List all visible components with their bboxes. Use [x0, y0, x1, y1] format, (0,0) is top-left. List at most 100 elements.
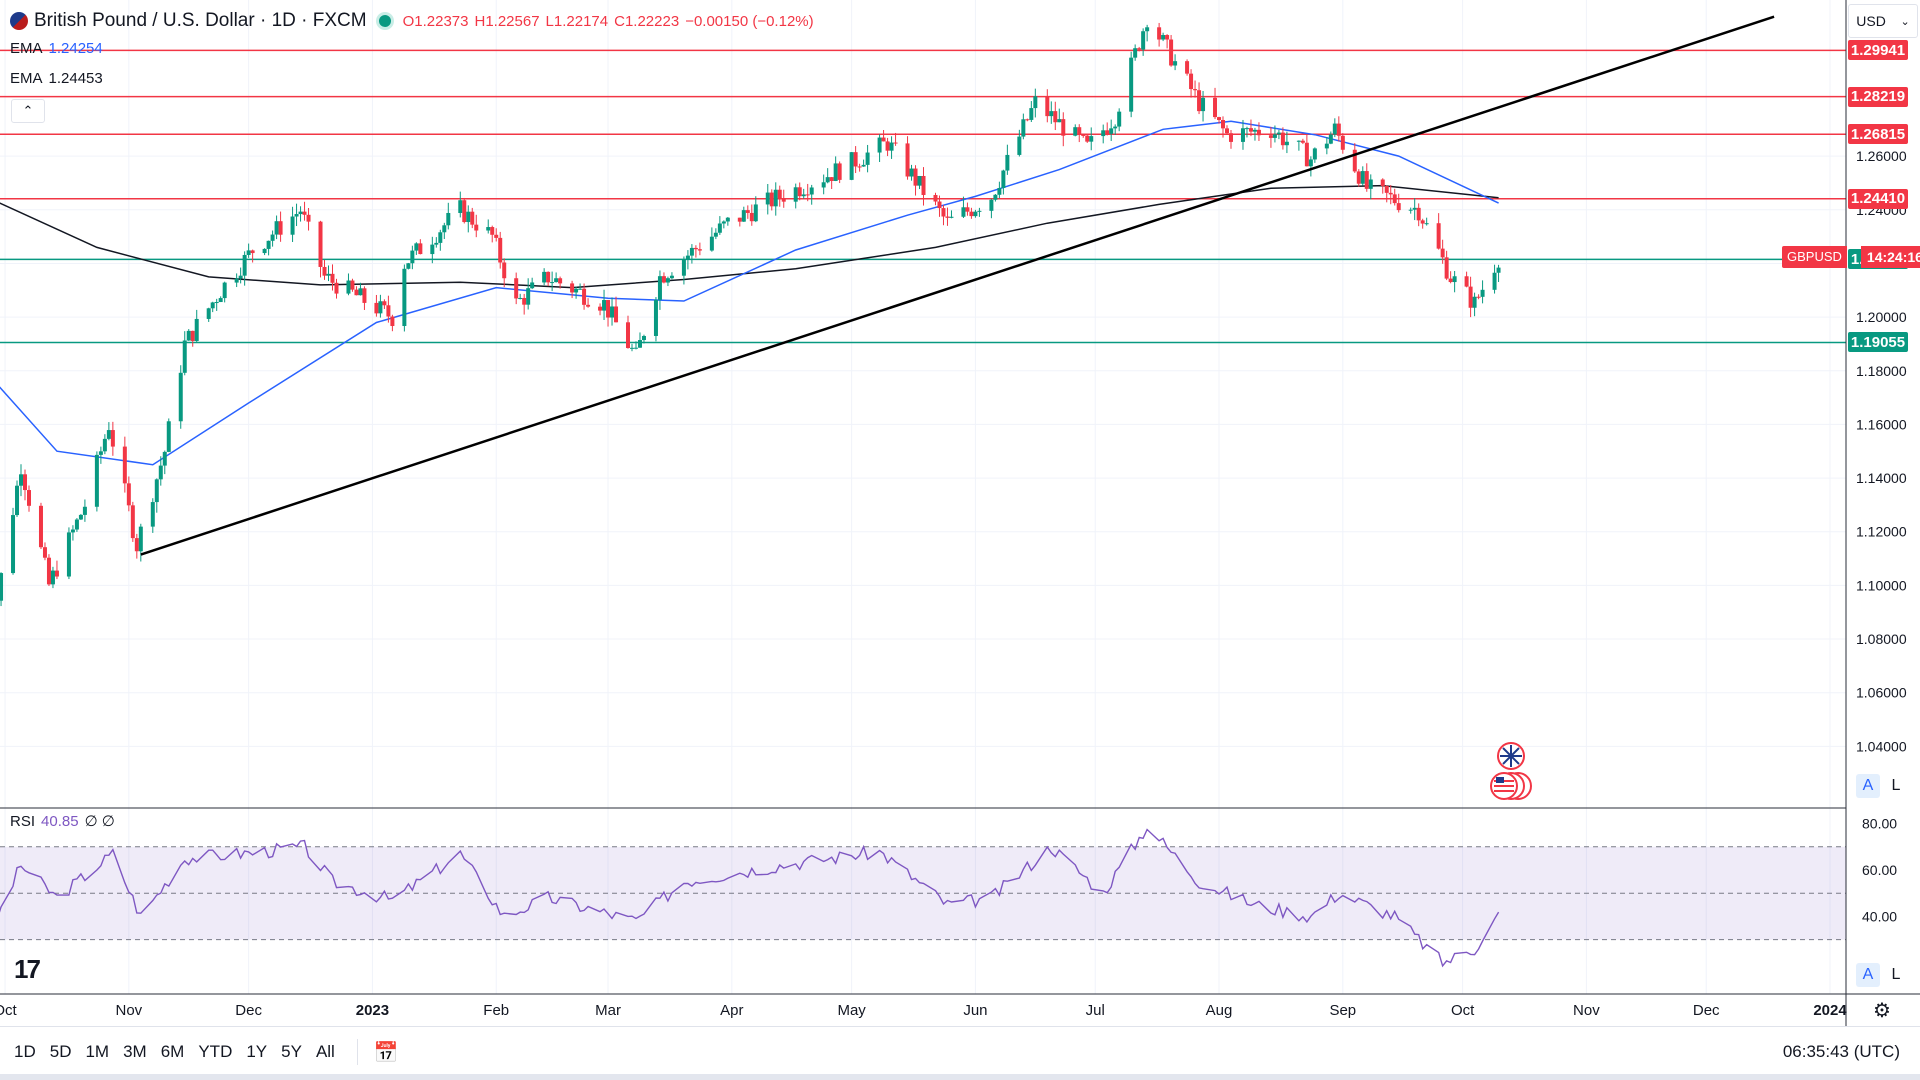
- candle-series: [0, 22, 1501, 607]
- range-button-1d[interactable]: 1D: [14, 1042, 36, 1062]
- symbol-title[interactable]: British Pound / U.S. Dollar · 1D · FXCM: [34, 10, 367, 32]
- candle-body: [1061, 119, 1066, 136]
- x-tick-label: Apr: [720, 1002, 743, 1019]
- candle-body: [661, 276, 666, 283]
- candle-body: [737, 217, 742, 222]
- range-button-all[interactable]: All: [316, 1042, 335, 1062]
- currency-selector[interactable]: USD ⌄: [1848, 4, 1918, 38]
- candle-body: [657, 276, 662, 300]
- candle-body: [877, 137, 882, 153]
- ticker-time: 14:24:16: [1860, 246, 1920, 269]
- candle-body: [19, 474, 24, 486]
- candle-body: [893, 142, 898, 144]
- x-tick-label: Dec: [235, 1002, 262, 1019]
- price-tag[interactable]: 1.24410: [1848, 188, 1908, 209]
- candle-body: [446, 212, 451, 226]
- event-flags: [1490, 742, 1532, 800]
- candle-body: [1073, 127, 1078, 136]
- range-button-1m[interactable]: 1M: [85, 1042, 109, 1062]
- ema-legend-2[interactable]: EMA 1.24453: [10, 70, 103, 87]
- tradingview-logo[interactable]: 17: [14, 954, 41, 985]
- rsi-tick-label: 40.00: [1862, 908, 1897, 924]
- x-tick-label: Aug: [1206, 1002, 1233, 1019]
- candle-body: [1197, 90, 1202, 112]
- candle-body: [1468, 286, 1473, 308]
- chart-area[interactable]: 1.04000 1.06000 1.08000 1.10000 1.12000 1.140…: [0, 0, 1920, 1080]
- candle-body: [390, 316, 395, 327]
- candle-body: [78, 514, 83, 520]
- candle-body: [1173, 61, 1178, 66]
- auto-scale-button[interactable]: A: [1856, 774, 1880, 798]
- candle-body: [1117, 111, 1122, 127]
- candle-body: [665, 278, 670, 283]
- candle-body: [797, 187, 802, 197]
- range-button-5d[interactable]: 5D: [50, 1042, 72, 1062]
- candle-body: [989, 199, 994, 211]
- candle-body: [973, 211, 978, 217]
- candle-body: [526, 288, 531, 305]
- y-tick-label: 1.14000: [1856, 470, 1907, 486]
- candle-body: [606, 300, 611, 318]
- candle-body: [150, 502, 155, 527]
- candle-body: [1225, 128, 1230, 134]
- low-value: L1.22174: [545, 12, 609, 30]
- y-axis-ticks: 1.04000 1.06000 1.08000 1.10000 1.12000 1.140…: [1856, 148, 1907, 754]
- candle-body: [214, 302, 219, 304]
- candle-body: [74, 519, 79, 530]
- candle-body: [386, 305, 391, 317]
- candle-body: [653, 299, 658, 336]
- candle-body: [917, 175, 922, 186]
- rsi-legend[interactable]: RSI 40.85 ∅ ∅: [10, 812, 115, 831]
- range-button-3m[interactable]: 3M: [123, 1042, 147, 1062]
- candle-body: [1280, 132, 1285, 146]
- candle-body: [182, 340, 187, 373]
- open-value: O1.22373: [402, 12, 469, 30]
- candle-body: [42, 547, 47, 558]
- x-tick-label: Sep: [1329, 1002, 1356, 1019]
- range-button-1y[interactable]: 1Y: [246, 1042, 267, 1062]
- candle-body: [402, 268, 407, 327]
- clock-text[interactable]: 06:35:43 (UTC): [1783, 1042, 1900, 1062]
- candle-body: [1057, 119, 1062, 123]
- candle-body: [1025, 119, 1030, 121]
- price-tag[interactable]: 1.19055: [1848, 332, 1908, 353]
- rsi-log-scale-button[interactable]: L: [1884, 963, 1908, 987]
- range-button-5y[interactable]: 5Y: [281, 1042, 302, 1062]
- candle-body: [905, 143, 910, 177]
- candle-body: [689, 247, 694, 256]
- candle-body: [270, 234, 275, 241]
- tv-logo-icon: 17: [14, 954, 41, 984]
- candle-body: [1452, 276, 1457, 283]
- calendar-icon[interactable]: 📅: [374, 1040, 399, 1065]
- candle-body: [382, 301, 387, 306]
- candle-body: [1045, 96, 1050, 117]
- price-tag[interactable]: 1.28219: [1848, 86, 1908, 107]
- candle-body: [865, 152, 870, 165]
- ema-legend-1[interactable]: EMA 1.24254: [10, 40, 103, 57]
- candle-body: [1109, 128, 1114, 134]
- range-button-6m[interactable]: 6M: [161, 1042, 185, 1062]
- ema-value: 1.24254: [48, 40, 103, 57]
- rsi-auto-scale-button[interactable]: A: [1856, 963, 1880, 987]
- candle-body: [354, 289, 359, 296]
- x-tick-label: Nov: [115, 1002, 142, 1019]
- collapse-legend-button[interactable]: ⌃: [11, 99, 45, 123]
- candle-body: [1089, 136, 1094, 142]
- candle-body: [1272, 134, 1277, 138]
- candle-body: [801, 194, 806, 197]
- candle-body: [1248, 128, 1253, 132]
- range-buttons: 1D 5D 1M 3M 6M YTD 1Y 5Y All: [0, 1042, 335, 1062]
- candle-body: [853, 152, 858, 167]
- candle-body: [1380, 179, 1385, 187]
- y-tick-label: 1.18000: [1856, 363, 1907, 379]
- horizontal-levels: [0, 49, 1846, 344]
- range-button-ytd[interactable]: YTD: [198, 1042, 232, 1062]
- log-scale-button[interactable]: L: [1884, 774, 1908, 798]
- axis-settings-button[interactable]: ⚙: [1868, 998, 1896, 1022]
- price-tag[interactable]: 1.29941: [1848, 40, 1908, 61]
- price-tag[interactable]: 1.26815: [1848, 124, 1908, 145]
- candle-body: [1440, 248, 1445, 258]
- y-tick-label: 1.16000: [1856, 416, 1907, 432]
- candle-body: [1021, 119, 1026, 137]
- market-status-icon[interactable]: [378, 15, 391, 27]
